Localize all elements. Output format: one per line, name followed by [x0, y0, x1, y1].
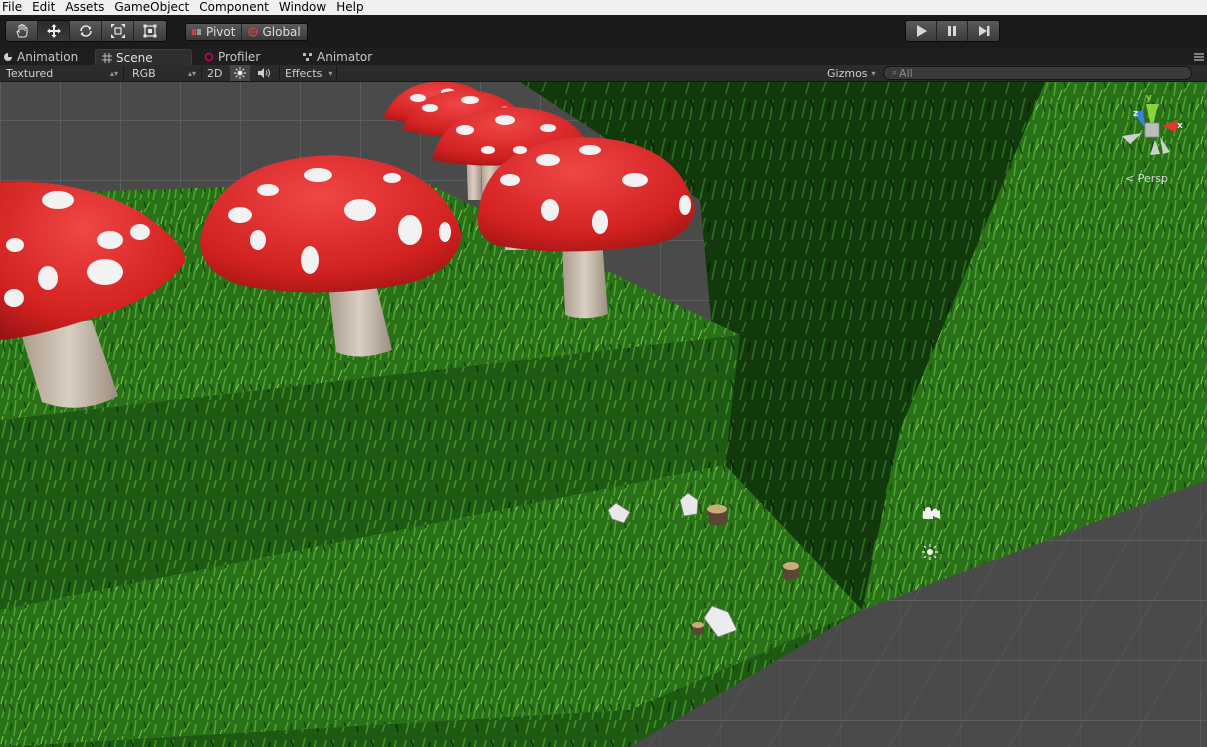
menu-component[interactable]: Component: [195, 0, 275, 15]
dropdown-arrow-icon: ▾: [328, 68, 333, 78]
move-arrows-icon: [46, 24, 61, 38]
gizmo-center-cube[interactable]: [1144, 122, 1160, 138]
2d-label: 2D: [207, 66, 223, 80]
pivot-icon: [192, 29, 201, 35]
effects-dropdown[interactable]: Effects ▾: [285, 65, 332, 81]
separator: [279, 66, 280, 80]
sun-icon: [234, 67, 246, 79]
search-icon: ⌕: [892, 68, 898, 78]
menu-help[interactable]: Help: [332, 0, 369, 15]
transform-tools: [5, 20, 167, 42]
play-button[interactable]: [906, 21, 937, 41]
render-mode-dropdown[interactable]: RGB ▴▾: [132, 65, 196, 81]
scene-grid-icon: [102, 52, 112, 63]
shading-mode-value: Textured: [6, 66, 54, 80]
rotate-icon: [79, 25, 92, 37]
pivot-toggle-group: Pivot Global: [185, 23, 308, 41]
hand-icon: [15, 24, 27, 38]
projection-toggle[interactable]: < Persp: [1125, 172, 1168, 185]
perspective-arrow-icon: <: [1125, 172, 1135, 185]
scale-tool-button[interactable]: [102, 21, 134, 41]
step-button[interactable]: [968, 21, 999, 41]
scene-viewport[interactable]: y x z < Persp: [0, 82, 1207, 747]
menu-file[interactable]: File: [0, 0, 28, 15]
play-icon: [917, 25, 927, 37]
menu-bar: File Edit Assets GameObject Component Wi…: [0, 0, 1207, 15]
tree-stump[interactable]: [707, 504, 728, 526]
separator: [336, 66, 337, 80]
search-placeholder: All: [899, 66, 913, 80]
gizmos-label: Gizmos: [827, 66, 868, 80]
dropdown-arrow-icon: ▾: [871, 68, 876, 78]
2d-toggle-button[interactable]: 2D: [207, 65, 222, 81]
tab-animation-label: Animation: [17, 50, 79, 64]
separator: [201, 66, 202, 80]
tab-scene-label: Scene: [116, 50, 153, 65]
scene-render: y x z: [0, 82, 1207, 747]
pivot-label: Pivot: [206, 25, 236, 39]
tab-menu-icon[interactable]: [1193, 52, 1205, 62]
dropdown-arrow-icon: ▴▾: [109, 68, 118, 78]
global-button[interactable]: Global: [242, 24, 306, 40]
gizmo-y-label: y: [1146, 93, 1152, 103]
menu-window[interactable]: Window: [275, 0, 332, 15]
tab-animator[interactable]: Animator: [303, 49, 372, 65]
shading-mode-dropdown[interactable]: Textured ▴▾: [6, 65, 118, 81]
global-label: Global: [262, 25, 301, 39]
menu-edit[interactable]: Edit: [28, 0, 61, 15]
tab-profiler[interactable]: Profiler: [204, 49, 260, 65]
effects-label: Effects: [285, 66, 323, 80]
speaker-icon: [258, 68, 270, 78]
scene-lighting-toggle[interactable]: [230, 65, 250, 81]
animation-icon: [4, 53, 12, 61]
dropdown-arrow-icon: ▴▾: [187, 68, 196, 78]
scene-search-field[interactable]: ⌕ All: [883, 66, 1192, 80]
scale-icon: [110, 24, 125, 38]
menu-gameobject[interactable]: GameObject: [110, 0, 195, 15]
rect-tool-button[interactable]: [134, 21, 166, 41]
editor-tabs: Animation Scene Profiler Animator: [0, 48, 1207, 65]
render-mode-value: RGB: [132, 66, 156, 80]
menu-assets[interactable]: Assets: [61, 0, 110, 15]
playback-controls: [905, 20, 1000, 42]
gizmo-x-label: x: [1177, 121, 1183, 131]
tab-scene[interactable]: Scene: [95, 49, 192, 65]
light-gizmo-icon[interactable]: [922, 544, 938, 560]
tab-animator-label: Animator: [317, 50, 373, 64]
separator: [123, 66, 124, 80]
tree-stump[interactable]: [782, 562, 799, 581]
rotate-tool-button[interactable]: [70, 21, 102, 41]
gizmo-z-label: z: [1133, 109, 1138, 119]
pause-icon: [948, 26, 956, 36]
pause-button[interactable]: [937, 21, 968, 41]
tab-profiler-label: Profiler: [218, 50, 261, 64]
step-icon: [978, 26, 989, 36]
scene-view-toolbar: Textured ▴▾ RGB ▴▾ 2D Effects ▾ Gizmos ▾…: [0, 65, 1207, 82]
move-tool-button[interactable]: [38, 21, 70, 41]
animator-icon: [303, 53, 312, 61]
globe-icon: [248, 27, 259, 37]
rect-transform-icon: [143, 24, 157, 38]
main-toolbar: Pivot Global: [0, 15, 1207, 48]
tab-animation[interactable]: Animation: [3, 49, 78, 65]
gizmos-dropdown[interactable]: Gizmos ▾: [827, 65, 876, 81]
projection-label: Persp: [1137, 172, 1168, 185]
pivot-button[interactable]: Pivot: [186, 24, 243, 40]
scene-audio-toggle[interactable]: [257, 65, 275, 81]
hand-tool-button[interactable]: [6, 21, 38, 41]
profiler-icon: [204, 52, 214, 62]
tree-stump[interactable]: [692, 622, 704, 636]
